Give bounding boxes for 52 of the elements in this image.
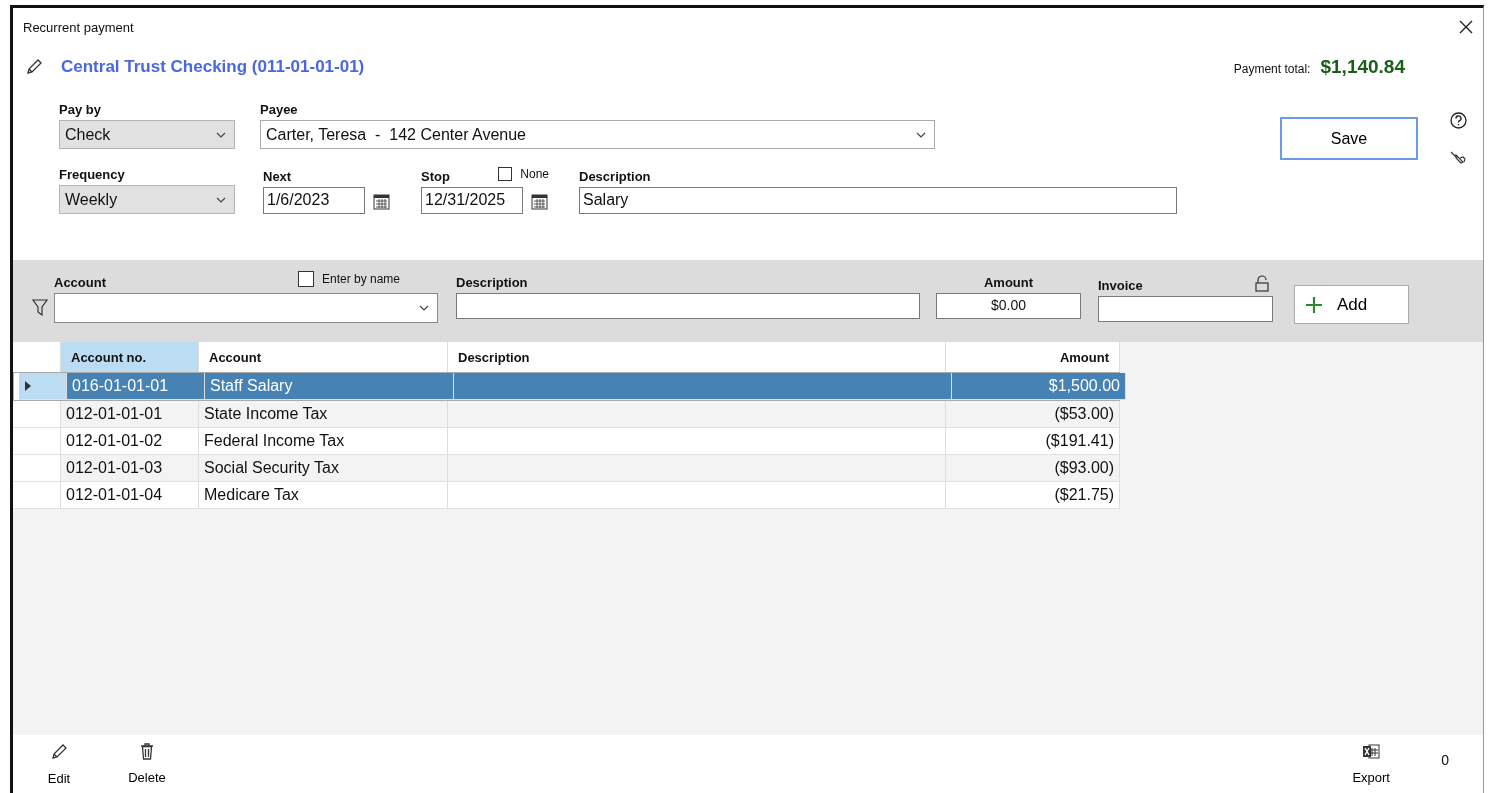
edit-button[interactable]: Edit [29,742,89,786]
field-label: Amount [982,275,1035,290]
record-count: 0 [1441,752,1449,768]
amount-field[interactable]: $0.00 [936,293,1081,319]
table-cell: 012-01-01-04 [61,482,199,509]
column-header[interactable]: Description [448,342,946,372]
table-row[interactable]: 012-01-01-01 State Income Tax ($53.00) [13,401,1120,428]
table-row[interactable]: 012-01-01-04 Medicare Tax ($21.75) [13,482,1120,509]
field-label: Pay by [59,102,102,117]
save-button[interactable]: Save [1280,117,1418,160]
table-cell: 012-01-01-01 [61,401,199,428]
table-cell: 012-01-01-03 [61,455,199,482]
payment-total-label: Payment total: [1233,62,1311,76]
window-title: Recurrent payment [23,19,134,35]
field-label: Invoice [1098,278,1143,293]
add-button[interactable]: Add [1294,285,1409,324]
table-cell: ($191.41) [946,428,1120,455]
column-header[interactable]: Account [199,342,448,372]
payment-total-value: $1,140.84 [1320,56,1405,78]
table-cell: $1,500.00 [952,373,1126,400]
pay-by-dropdown[interactable]: Check [59,120,235,149]
field-label: Account [54,275,106,290]
table-cell: Social Security Tax [199,455,448,482]
table-cell: State Income Tax [199,401,448,428]
field-label: Description [456,275,529,290]
payee-dropdown[interactable]: Carter, Teresa - 142 Center Avenue [260,120,935,149]
field-label: Frequency [59,167,126,182]
checkbox-label: Enter by name [321,272,400,286]
table-cell: ($53.00) [946,401,1120,428]
table-cell: ($21.75) [946,482,1120,509]
table-cell: 012-01-01-02 [61,428,199,455]
table-cell: Federal Income Tax [199,428,448,455]
field-label: Description [579,169,652,184]
stop-date-field[interactable]: 12/31/2025 [421,187,523,214]
table-row[interactable]: 012-01-01-03 Social Security Tax ($93.00) [13,455,1120,482]
table-cell: Staff Salary [205,373,454,400]
table-cell: ($93.00) [946,455,1120,482]
frequency-dropdown[interactable]: Weekly [59,185,235,214]
checkbox-label: None [520,167,549,181]
column-header[interactable]: Account no. [61,342,199,372]
column-header[interactable]: Amount [946,342,1120,372]
export-button[interactable]: Export [1341,743,1402,785]
delete-button[interactable]: Delete [117,743,177,785]
account-title[interactable]: Central Trust Checking (011-01-01-01) [61,57,365,77]
table-cell: Medicare Tax [199,482,448,509]
table-cell: 016-01-01-01 [67,373,205,400]
field-label: Payee [260,102,299,117]
description-field[interactable]: Salary [579,187,1177,214]
next-date-field[interactable]: 1/6/2023 [263,187,365,214]
field-label: Stop [421,169,450,184]
table-row[interactable]: 012-01-01-02 Federal Income Tax ($191.41) [13,428,1120,455]
field-label: Next [263,169,293,184]
